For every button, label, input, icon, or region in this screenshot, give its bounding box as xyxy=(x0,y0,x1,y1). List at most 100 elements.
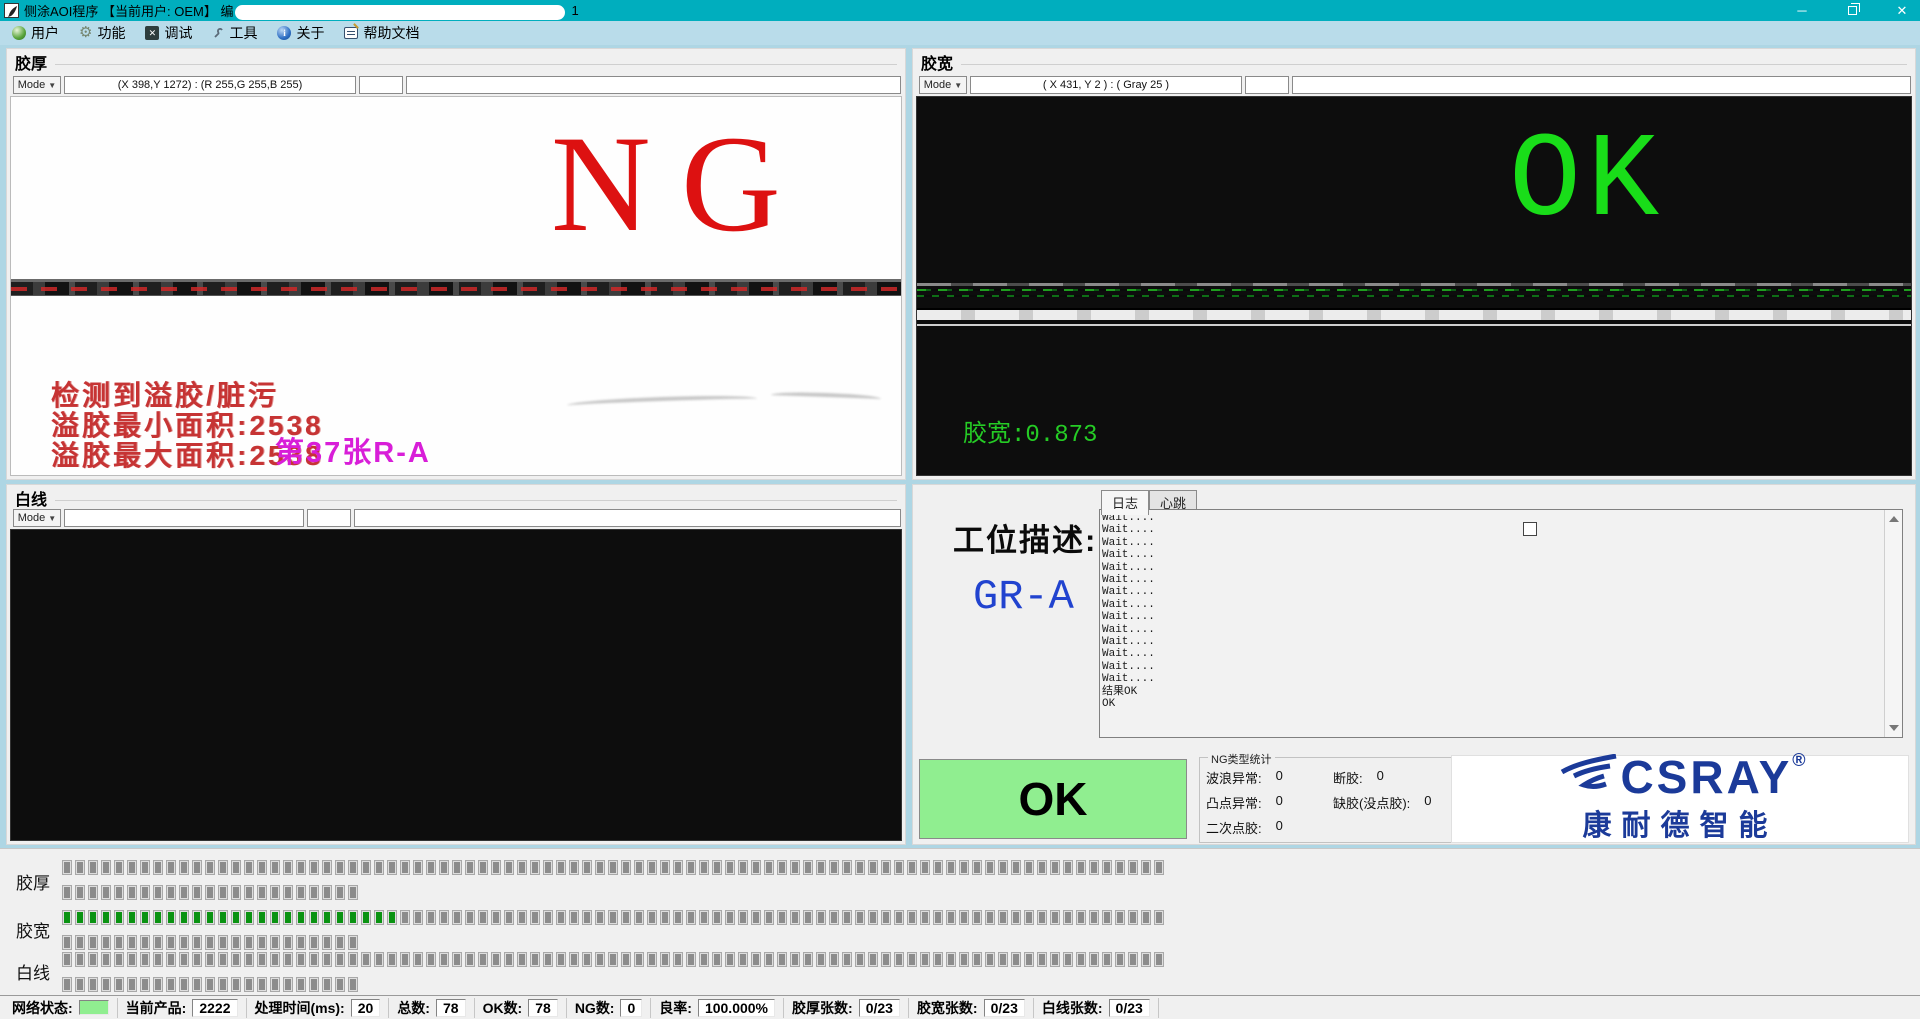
history-cell-empty xyxy=(647,860,657,875)
panel-title: 白线 xyxy=(15,486,55,510)
restore-icon xyxy=(1848,6,1857,15)
history-cell-empty xyxy=(582,910,592,925)
history-cell-empty xyxy=(283,860,293,875)
history-cell-empty xyxy=(114,935,124,950)
history-cell-empty xyxy=(673,860,683,875)
history-cell-empty xyxy=(309,860,319,875)
history-cell-empty xyxy=(985,910,995,925)
gear-icon: ⚙ xyxy=(79,26,92,40)
history-cell-ok xyxy=(75,910,85,925)
history-cell-empty xyxy=(205,860,215,875)
history-cell-empty xyxy=(218,935,228,950)
history-cell-empty xyxy=(231,885,241,900)
white-line-image[interactable] xyxy=(10,529,902,841)
menu-item-functions[interactable]: ⚙ 功能 xyxy=(73,21,137,45)
history-cell-empty xyxy=(790,910,800,925)
history-cell-empty xyxy=(1128,910,1138,925)
smudge-mark xyxy=(771,391,881,403)
history-cell-empty xyxy=(816,910,826,925)
log-checkbox[interactable] xyxy=(1523,522,1537,536)
tab-log[interactable]: 日志 xyxy=(1101,490,1149,515)
history-cell-empty xyxy=(387,952,397,967)
history-cell-empty xyxy=(439,952,449,967)
menu-item-user[interactable]: 用户 xyxy=(6,21,71,45)
history-cell-empty xyxy=(504,952,514,967)
status-segment: 网络状态: xyxy=(4,998,118,1018)
overall-result-indicator[interactable]: OK xyxy=(919,759,1187,839)
history-strip: 胶厚 胶宽 白线 xyxy=(0,848,1920,995)
ng-stats-title: NG类型统计 xyxy=(1208,751,1275,767)
menu-item-debug[interactable]: ✕ 调试 xyxy=(139,21,204,45)
history-cell-empty xyxy=(62,952,72,967)
history-cell-empty xyxy=(452,860,462,875)
history-cell-empty xyxy=(660,860,670,875)
history-cell-ok xyxy=(114,910,124,925)
history-cell-empty xyxy=(192,935,202,950)
history-cell-empty xyxy=(1024,860,1034,875)
history-cell-empty xyxy=(426,860,436,875)
history-cell-empty xyxy=(1063,860,1073,875)
title-bar: 侧涂AOI程序 【当前用户: OEM】 编 1 ─ ✕ xyxy=(0,0,1920,21)
history-cell-empty xyxy=(192,952,202,967)
history-cell-empty xyxy=(348,885,358,900)
history-cell-empty xyxy=(751,910,761,925)
history-cell-ok xyxy=(88,910,98,925)
history-cell-empty xyxy=(283,935,293,950)
restore-button[interactable] xyxy=(1844,3,1860,18)
history-cell-empty xyxy=(1102,910,1112,925)
history-cell-empty xyxy=(413,860,423,875)
log-scrollbar[interactable] xyxy=(1884,510,1902,737)
mode-label: Mode xyxy=(924,79,952,91)
history-cell-empty xyxy=(764,952,774,967)
history-cell-empty xyxy=(192,860,202,875)
history-cell-empty xyxy=(621,860,631,875)
glue-width-image[interactable]: OK 胶宽:0.873 xyxy=(916,96,1912,476)
scroll-down-icon[interactable] xyxy=(1889,725,1899,731)
station-description-label: 工位描述: xyxy=(953,515,1097,560)
status-segment: NG数:0 xyxy=(567,998,651,1018)
minimize-button[interactable]: ─ xyxy=(1794,3,1810,18)
history-cell-empty xyxy=(270,977,280,992)
history-cell-empty xyxy=(868,860,878,875)
panel-title: 胶厚 xyxy=(15,50,55,74)
csray-swoosh-icon xyxy=(1554,754,1620,796)
history-cell-empty xyxy=(244,860,254,875)
history-cell-empty xyxy=(192,885,202,900)
history-cell-empty xyxy=(439,860,449,875)
mode-label: Mode xyxy=(18,512,46,524)
history-cell-empty xyxy=(1089,860,1099,875)
user-icon xyxy=(12,26,26,40)
history-cell-empty xyxy=(725,952,735,967)
history-cell-empty xyxy=(686,952,696,967)
history-cell-empty xyxy=(231,977,241,992)
mode-label: Mode xyxy=(18,79,46,91)
history-cell-empty xyxy=(946,860,956,875)
history-cell-ok xyxy=(309,910,319,925)
mode-dropdown[interactable]: Mode▼ xyxy=(919,76,967,94)
smudge-mark xyxy=(567,394,757,411)
history-cell-empty xyxy=(257,885,267,900)
history-cell-empty xyxy=(374,860,384,875)
chevron-down-icon: ▼ xyxy=(954,81,962,90)
status-segment: 当前产品:2222 xyxy=(118,998,247,1018)
history-cell-empty xyxy=(218,952,228,967)
history-row xyxy=(62,860,1167,877)
history-cell-empty xyxy=(569,952,579,967)
history-cell-empty xyxy=(543,910,553,925)
mode-dropdown[interactable]: Mode▼ xyxy=(13,509,61,527)
close-button[interactable]: ✕ xyxy=(1894,3,1910,19)
history-cell-empty xyxy=(985,860,995,875)
menu-item-tools[interactable]: 工具 xyxy=(206,21,269,45)
history-cell-empty xyxy=(491,860,501,875)
scroll-up-icon[interactable] xyxy=(1889,516,1899,522)
history-cell-empty xyxy=(244,952,254,967)
menu-item-help[interactable]: 帮助文档 xyxy=(338,21,431,45)
history-cell-empty xyxy=(1128,952,1138,967)
menu-item-about[interactable]: i 关于 xyxy=(271,21,336,45)
history-cell-empty xyxy=(881,860,891,875)
history-cell-empty xyxy=(400,860,410,875)
history-cell-ok xyxy=(192,910,202,925)
history-cell-empty xyxy=(816,860,826,875)
mode-dropdown[interactable]: Mode▼ xyxy=(13,76,61,94)
glue-thickness-image[interactable]: NG 检测到溢胶/脏污 溢胶最小面积:2538 溢胶最大面积:2538 第37张… xyxy=(10,96,902,476)
